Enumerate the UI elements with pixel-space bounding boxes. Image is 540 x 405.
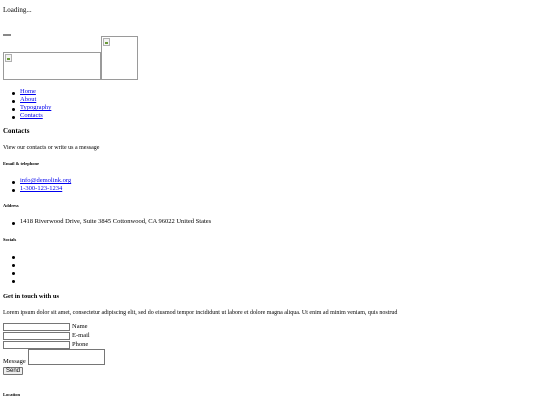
social-link-2[interactable] [12, 264, 15, 267]
bullet [12, 189, 15, 192]
loading-text: Loading... [3, 6, 32, 14]
email-phone-heading: Email & telephone [3, 161, 39, 166]
address-heading: Address [3, 203, 19, 208]
bullet [12, 116, 15, 119]
message-label: Message [3, 358, 26, 365]
nav-item-about[interactable]: About [20, 96, 36, 104]
broken-image-icon [5, 54, 12, 62]
nav-item-contacts[interactable]: Contacts [20, 112, 43, 120]
phone-link[interactable]: 1-300-123-1234 [20, 185, 62, 193]
bullet [12, 108, 15, 111]
broken-image-icon [103, 38, 110, 46]
logo-image[interactable] [3, 52, 101, 80]
phone-input[interactable] [3, 341, 70, 349]
social-link-3[interactable] [12, 272, 15, 275]
menu-toggle-button[interactable] [3, 34, 11, 36]
name-label: Name [72, 323, 88, 330]
bullet [12, 92, 15, 95]
page-subtitle: View our contacts or write us a message [3, 145, 100, 151]
bullet [12, 222, 15, 225]
address-text: 1418 Riverwood Drive, Suite 3845 Cottonw… [20, 218, 212, 225]
bullet [12, 181, 15, 184]
email-input[interactable] [3, 332, 70, 340]
secondary-image [101, 36, 138, 80]
social-link-1[interactable] [12, 256, 15, 259]
nav-item-home[interactable]: Home [20, 88, 36, 96]
message-textarea[interactable] [28, 349, 105, 365]
socials-heading: Socials [3, 237, 17, 242]
send-button[interactable]: Send [3, 367, 23, 375]
phone-label: Phone [72, 341, 89, 348]
social-link-4[interactable] [12, 280, 15, 283]
form-heading: Get in touch with us [3, 293, 59, 300]
email-link[interactable]: info@demolink.org [20, 177, 71, 185]
bullet [12, 100, 15, 103]
location-heading: Location [3, 392, 21, 397]
email-label: E-mail [72, 332, 90, 339]
nav-item-typography[interactable]: Typography [20, 104, 51, 112]
name-input[interactable] [3, 323, 70, 331]
page-title: Contacts [3, 127, 30, 135]
form-intro: Lorem ipsum dolor sit amet, consectetur … [3, 310, 398, 316]
